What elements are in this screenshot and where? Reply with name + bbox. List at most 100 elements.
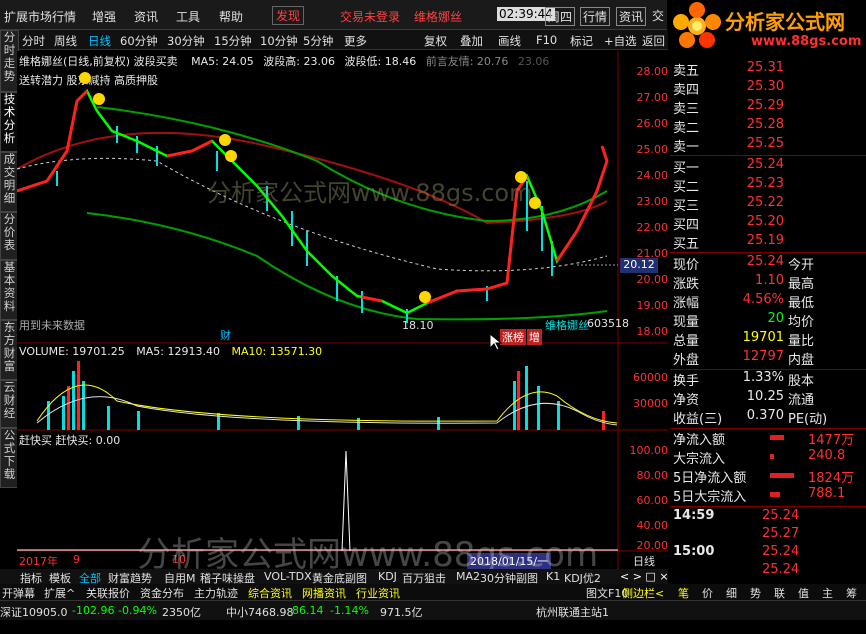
period-timeshare[interactable]: 分时 [22,33,45,49]
price-axis: 28.00 27.00 26.00 25.00 24.00 23.00 22.0… [623,65,669,345]
period-weekly[interactable]: 周线 [54,33,77,49]
period-60min[interactable]: 60分钟 [120,33,158,49]
logo-text: 分析家公式网 [725,10,845,34]
bid-price: 25.19 [746,233,784,248]
timeline-month: 9 [73,553,80,566]
qtab-main[interactable]: 主 [822,585,833,601]
status-bar: 深证10905.0 -102.96 -0.94% 2350亿 中小7468.98… [0,600,866,620]
btab-k1[interactable]: K1 [546,570,560,583]
f10-button[interactable]: F10 [536,33,557,47]
period-5min[interactable]: 5分钟 [303,33,333,49]
stat-value: 12797 [742,349,784,364]
btab-industry-news[interactable]: 行业资讯 [356,585,400,601]
menu-item-news[interactable]: 资讯 [134,8,158,25]
volume-axis-label: 30000 [633,397,668,410]
stat-label: 涨幅 [673,296,700,311]
indicator-axis-label: 80.00 [636,469,669,482]
period-toolbar: 分时 周线 日线 60分钟 30分钟 15分钟 10分钟 5分钟 更多 复权 叠… [0,30,668,50]
btab-related-quote[interactable]: 关联报价 [86,585,130,601]
btab-kdj[interactable]: KDJ [378,570,397,583]
menu-item-discover[interactable]: 发现 [272,6,305,25]
menu-item-enhance[interactable]: 增强 [92,8,116,25]
qtab-detail[interactable]: 细 [726,585,737,601]
btab-vol-tdx[interactable]: VOL-TDX [264,570,312,583]
btab-main-track[interactable]: 主力轨迹 [194,585,238,601]
weekday: 周四 [545,7,576,26]
stat-label: 涨跌 [673,277,700,292]
increase-tag[interactable]: 增 [527,329,542,345]
btab-comprehensive-news[interactable]: 综合资讯 [248,585,292,601]
add-favorite-button[interactable]: +自选 [604,33,637,49]
sme-index: 中小7468.98 [226,606,294,619]
btab-ma2[interactable]: MA2 [456,570,480,583]
bid-label: 买四 [673,218,700,233]
chart-canvas [17,51,668,569]
szse-pct: -0.94% [118,604,157,617]
stat-value: 1.10 [755,273,784,288]
sidebar-toggle[interactable]: 侧边栏< [622,585,664,601]
logo-url: www.88gs.com [751,34,862,49]
flow-label: 5日大宗流入 [673,490,747,505]
quote-side-tabs: 笔 价 细 势 联 值 主 筹 [676,584,866,600]
adjust-button[interactable]: 复权 [424,33,447,49]
period-15min[interactable]: 15分钟 [214,33,252,49]
btab-webcast-news[interactable]: 网播资讯 [302,585,346,601]
stat-value: 4.56% [742,292,784,307]
ask-price: 25.29 [746,98,784,113]
qtab-link[interactable]: 联 [774,585,785,601]
mouse-cursor-icon [489,333,503,351]
scroll-arrows[interactable]: < > □ × [620,570,669,583]
period-daily[interactable]: 日线 [88,33,111,49]
price-axis-label: 24.00 [636,169,669,182]
bid-label: 买五 [673,237,700,252]
draw-line-button[interactable]: 画线 [498,33,521,49]
finance-tag[interactable]: 财 [220,327,231,343]
stat-label2: 量比 [788,334,815,349]
flow-value: 1477万 [808,433,855,448]
bid-price: 25.23 [746,176,784,191]
btab-danmaku[interactable]: 开弹幕 [2,585,35,601]
flow-label: 5日净流入额 [673,471,747,486]
price-axis-label: 26.00 [636,117,669,130]
stat-label2: 今开 [788,258,815,273]
tick-time: 14:59 [673,508,715,523]
mark-button[interactable]: 标记 [570,33,593,49]
chart-area[interactable]: 维格娜丝(日线,前复权) 波段买卖 MA5: 24.05 波段高: 23.06 … [17,51,669,575]
stat-label: 现价 [673,258,700,273]
stat-label: 净资 [673,393,700,408]
menu-item-tools[interactable]: 工具 [176,8,200,25]
indicator-axis-label: 100.00 [629,444,669,457]
stat-value: 25.24 [746,254,784,269]
qtab-tick[interactable]: 笔 [678,585,689,601]
period-10min[interactable]: 10分钟 [260,33,298,49]
btab-fund-distribution[interactable]: 资金分布 [140,585,184,601]
marker-icon [79,72,91,84]
qtab-chips[interactable]: 筹 [846,585,857,601]
gainers-tag[interactable]: 涨榜 [500,329,526,345]
tab-trade[interactable]: 交 [652,7,664,24]
sme-pct: -1.14% [330,604,369,617]
btab-extend[interactable]: 扩展^ [44,585,75,601]
watermark-top: 分析家公式网www.88gs.com [207,179,533,207]
stat-value: 10.25 [746,389,784,404]
menu-item-help[interactable]: 帮助 [219,8,243,25]
qtab-value[interactable]: 值 [798,585,809,601]
price-axis-label: 18.00 [636,325,669,338]
flow-label: 大宗流入 [673,452,726,467]
period-30min[interactable]: 30分钟 [167,33,205,49]
back-button[interactable]: 返回 [642,33,665,49]
low-annotation: 18.10 [402,319,434,332]
ask-price: 25.30 [746,79,784,94]
tick-time: 15:00 [673,544,715,559]
price-axis-label: 23.00 [636,195,669,208]
tab-info[interactable]: 资讯 [616,7,647,26]
stat-label2: 均价 [788,315,815,330]
qtab-trend[interactable]: 势 [750,585,761,601]
qtab-price[interactable]: 价 [702,585,713,601]
menu-item-extended-market[interactable]: 扩展市场行情 [4,8,76,25]
price-axis-label: 25.00 [636,143,669,156]
period-more[interactable]: 更多 [344,33,367,49]
tab-quote[interactable]: 行情 [580,7,611,26]
overlay-button[interactable]: 叠加 [460,33,483,49]
login-status[interactable]: 交易未登录 [340,8,400,25]
